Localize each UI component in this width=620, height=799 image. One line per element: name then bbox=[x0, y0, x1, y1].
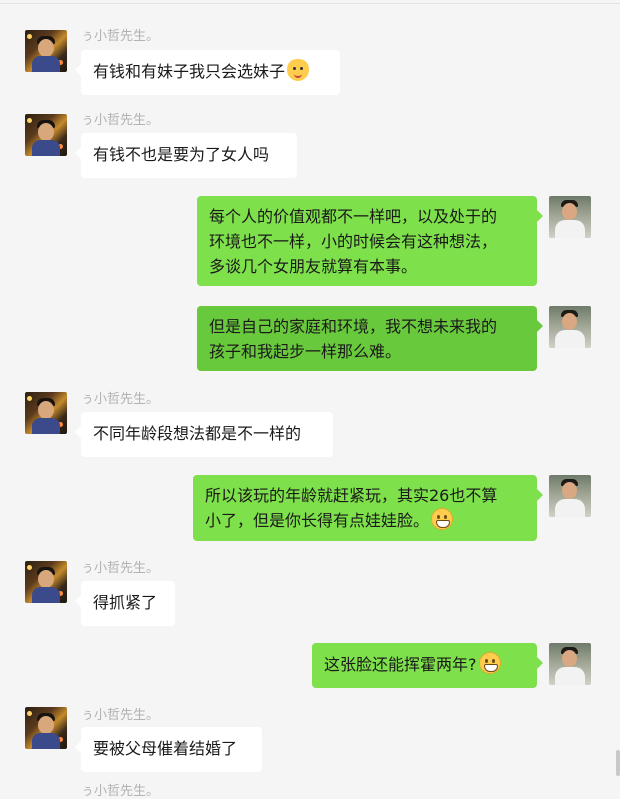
scrollbar-thumb[interactable] bbox=[616, 750, 620, 776]
top-divider bbox=[0, 3, 620, 4]
message-bubble-received[interactable]: 有钱不也是要为了女人吗 bbox=[75, 133, 297, 178]
contact-nickname: ぅ小哲先生。 bbox=[81, 113, 160, 128]
message-line: 所以该玩的年龄就赶紧玩，其实26也不算 bbox=[205, 486, 498, 505]
contact-nickname: ぅ小哲先生。 bbox=[81, 561, 160, 576]
message-text: 有钱不也是要为了女人吗 bbox=[93, 145, 270, 164]
self-avatar[interactable] bbox=[549, 475, 591, 517]
self-avatar[interactable] bbox=[549, 196, 591, 238]
contact-avatar[interactable] bbox=[25, 114, 67, 156]
cat-face-icon bbox=[287, 59, 310, 81]
message-bubble-received[interactable]: 要被父母催着结婚了 bbox=[75, 727, 262, 772]
message-text: 这张脸还能挥霍两年? bbox=[324, 655, 477, 674]
message-line: 孩子和我起步一样那么难。 bbox=[209, 342, 402, 361]
message-bubble-sent[interactable]: 但是自己的家庭和环境，我不想未来我的 孩子和我起步一样那么难。 bbox=[197, 306, 543, 371]
message-line: 但是自己的家庭和环境，我不想未来我的 bbox=[209, 317, 498, 336]
message-line: 小了，但是你长得有点娃娃脸。 bbox=[205, 511, 430, 530]
message-bubble-sent[interactable]: 每个人的价值观都不一样吧，以及处于的 环境也不一样，小的时候会有这种想法， 多谈… bbox=[197, 196, 543, 286]
message-bubble-received[interactable]: 不同年龄段想法都是不一样的 bbox=[75, 412, 333, 457]
message-text: 要被父母催着结婚了 bbox=[93, 739, 238, 758]
message-text: 不同年龄段想法都是不一样的 bbox=[93, 424, 302, 443]
self-avatar[interactable] bbox=[549, 643, 591, 685]
message-text: 得抓紧了 bbox=[93, 593, 158, 612]
message-line: 环境也不一样，小的时候会有这种想法， bbox=[209, 232, 498, 251]
grinning-face-icon bbox=[431, 508, 454, 530]
message-line: 多谈几个女朋友就算有本事。 bbox=[209, 257, 418, 276]
message-line: 每个人的价值观都不一样吧，以及处于的 bbox=[209, 207, 498, 226]
message-bubble-received[interactable]: 有钱和有妹子我只会选妹子 bbox=[75, 50, 340, 95]
contact-nickname: ぅ小哲先生。 bbox=[81, 708, 160, 723]
message-bubble-received[interactable]: 得抓紧了 bbox=[75, 581, 175, 626]
message-bubble-sent[interactable]: 所以该玩的年龄就赶紧玩，其实26也不算 小了，但是你长得有点娃娃脸。 bbox=[193, 475, 543, 541]
message-bubble-sent[interactable]: 这张脸还能挥霍两年? bbox=[312, 643, 543, 688]
contact-avatar[interactable] bbox=[25, 561, 67, 603]
contact-avatar[interactable] bbox=[25, 392, 67, 434]
contact-avatar[interactable] bbox=[25, 707, 67, 749]
contact-avatar[interactable] bbox=[25, 30, 67, 72]
contact-nickname: ぅ小哲先生。 bbox=[81, 29, 160, 44]
self-avatar[interactable] bbox=[549, 306, 591, 348]
contact-nickname: ぅ小哲先生。 bbox=[81, 392, 160, 407]
grinning-face-icon bbox=[478, 652, 501, 674]
message-text: 有钱和有妹子我只会选妹子 bbox=[93, 62, 286, 81]
